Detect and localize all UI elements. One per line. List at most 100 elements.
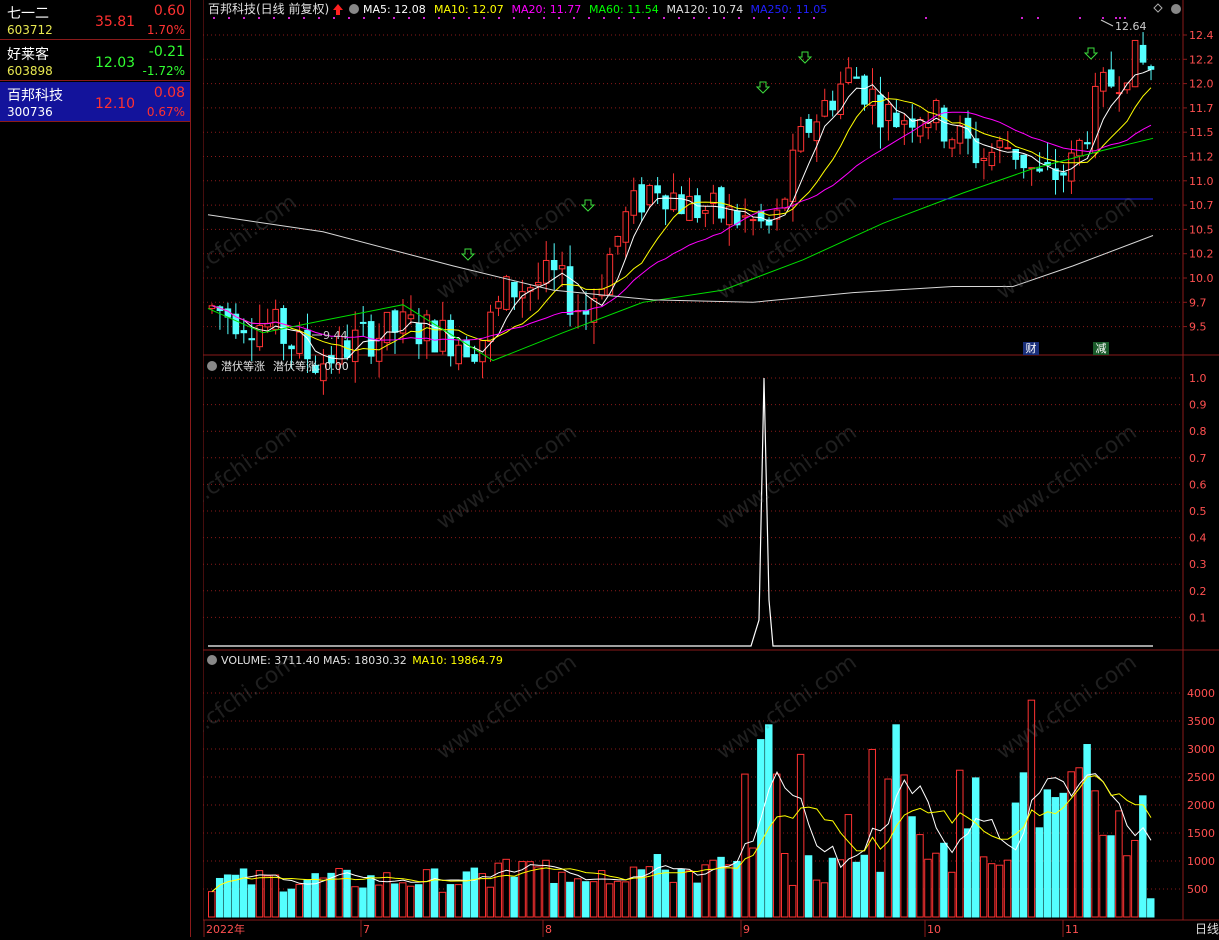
candle-body [861, 75, 868, 105]
candle-body [1107, 69, 1115, 87]
watchlist-item[interactable]: 七一二 603712 35.81 0.60 1.70% [0, 0, 190, 40]
volume-bar [494, 862, 502, 918]
volume-bar [940, 842, 948, 918]
volume-bar [1139, 795, 1147, 918]
volume-bar [1091, 790, 1099, 918]
volume-bar [1115, 810, 1123, 918]
signal-dot [678, 17, 680, 19]
volume-bar [932, 852, 940, 918]
volume-bar [876, 871, 884, 918]
buy-signal-arrow-icon [580, 199, 596, 212]
candle-body [805, 118, 813, 133]
candle-body [1084, 142, 1091, 145]
volume-tick-label: 3000 [1187, 743, 1215, 756]
signal-dot [393, 17, 395, 19]
candle-body [1020, 154, 1027, 169]
volume-legend-label: MA5: 18030.32 [323, 654, 407, 667]
volume-bar [780, 852, 789, 918]
signal-dot [348, 17, 350, 19]
volume-tick-label: 1000 [1187, 855, 1215, 868]
signal-dot [618, 17, 620, 19]
signal-dot [438, 17, 440, 19]
candle-body [670, 192, 677, 211]
volume-bar [597, 870, 606, 918]
volume-bar [741, 773, 749, 918]
volume-bar [1099, 834, 1107, 918]
signal-dot [318, 17, 320, 19]
volume-bar [860, 854, 869, 918]
signal-dot [303, 17, 305, 19]
volume-tick-label: 1500 [1187, 827, 1215, 840]
ma-legend-label: MA250: 11.05 [751, 3, 828, 16]
signal-dot [333, 17, 335, 19]
candle-body [845, 67, 852, 83]
signal-dot [1102, 17, 1104, 19]
volume-bar [398, 882, 407, 918]
dropdown-icon [207, 361, 217, 371]
volume-bar [995, 864, 1004, 918]
low-price-marker: 9.44 [323, 329, 348, 342]
kline-chart-area[interactable]: 12.4 12.2 12.0 11.7 11.5 11.2 11.0 10.7 10.5 10.2… [152, 0, 1219, 937]
volume-bar [653, 854, 662, 918]
stock-code: 603712 [7, 23, 53, 37]
watchlist-item[interactable]: 好莱客 603898 12.03 -0.21 -1.72% [0, 41, 190, 81]
volume-bar [462, 871, 471, 918]
buy-signal-arrow-icon [797, 51, 813, 64]
volume-bar [916, 834, 924, 918]
ma-legend-label: MA60: 11.54 [589, 3, 659, 16]
volume-tick-label: 3500 [1187, 715, 1215, 728]
volume-bar [311, 873, 319, 918]
indicator-tick-label: 0.1 [1189, 611, 1207, 624]
finance-badge: 财 [1026, 341, 1037, 355]
candle-body [980, 157, 988, 161]
close-icon [1171, 4, 1181, 14]
signal-dot [378, 17, 380, 19]
volume-bar [589, 881, 598, 918]
chart-svg[interactable]: 12.4 12.2 12.0 11.7 11.5 11.2 11.0 10.7 10.5 10.2… [152, 0, 1219, 937]
high-marker-line [1100, 19, 1114, 27]
dropdown-icon [349, 4, 359, 14]
signal-dot [1037, 17, 1039, 19]
volume-bar [470, 867, 479, 918]
stock-change-pct: 1.70% [146, 23, 185, 37]
watermark: www.cfchi.com [203, 650, 302, 765]
volume-bar [510, 876, 518, 918]
volume-bar [446, 884, 455, 918]
candle-body [359, 321, 367, 324]
candle-body [789, 149, 797, 202]
candle-body [646, 185, 653, 206]
x-axis-label: 7 [363, 923, 370, 936]
volume-tick-label: 2500 [1187, 771, 1215, 784]
watermark: www.cfchi.com [203, 190, 302, 305]
volume-bar [613, 880, 622, 918]
signal-dot [543, 17, 545, 19]
volume-bar [582, 881, 590, 918]
signal-dot [273, 17, 275, 19]
volume-bar [478, 873, 487, 918]
volume-bar [303, 879, 311, 918]
volume-bar [979, 856, 988, 918]
candle-body [487, 311, 494, 343]
candle-body [280, 308, 287, 344]
x-axis-label: 11 [1065, 923, 1079, 936]
candle-body [678, 194, 685, 215]
watchlist-item[interactable]: 百邦科技 300736 12.10 0.08 0.67% [0, 82, 190, 122]
volume-bar [558, 871, 566, 918]
stock-price: 12.03 [95, 55, 136, 71]
candle-body [455, 344, 462, 365]
candle-body [542, 259, 550, 284]
candle-body [240, 330, 248, 334]
volume-bar [804, 855, 813, 918]
price-tick-label: 9.5 [1189, 321, 1207, 334]
watermark: www.cfchi.com [432, 650, 581, 765]
volume-bar [749, 847, 757, 918]
volume-bar [693, 882, 701, 918]
price-tick-label: 11.2 [1189, 151, 1214, 164]
high-price-marker: 12.64 [1115, 20, 1147, 33]
x-axis-label: 2022年 [206, 922, 245, 936]
watermark: www.cfchi.com [712, 420, 861, 535]
x-axis-label: 8 [545, 923, 552, 936]
candle-body [694, 195, 701, 219]
ma-legend-label: MA120: 10.74 [667, 3, 744, 16]
volume-bar [685, 870, 693, 918]
